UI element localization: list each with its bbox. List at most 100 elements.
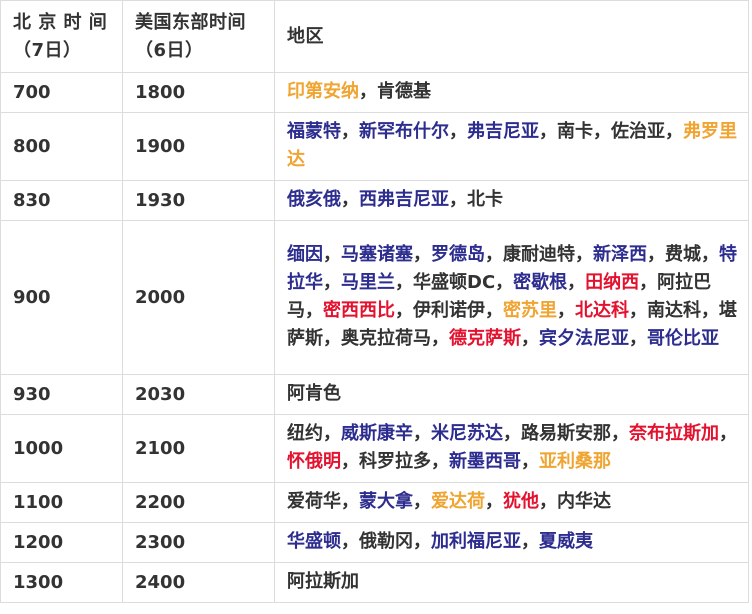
table-row: 900 2000 缅因，马塞诸塞，罗德岛，康耐迪特，新泽西，费城，特拉华，马里兰，华… <box>0 220 749 375</box>
region-name: 爱达荷 <box>431 491 485 512</box>
region-name: 夏威夷 <box>539 531 593 552</box>
region-name: 威斯康辛 <box>341 423 413 444</box>
separator: ， <box>341 121 359 142</box>
separator: ， <box>341 189 359 210</box>
region-name: 伊利诺伊 <box>413 300 485 321</box>
region-header: 地区 <box>274 0 749 73</box>
separator: ， <box>495 272 514 293</box>
beijing-time-cell: 1000 <box>0 414 123 483</box>
region-name: 新罕布什尔 <box>359 121 449 142</box>
table-row: 930 2030 阿肯色 <box>0 374 749 415</box>
region-name: 密西西比 <box>323 300 395 321</box>
table-row: 1100 2200 爱荷华，蒙大拿，爱达荷，犹他，内华达 <box>0 482 749 523</box>
separator: ， <box>341 531 359 552</box>
region-name: 蒙大拿 <box>359 491 413 512</box>
separator: ， <box>593 121 611 142</box>
region-name: 奥克拉荷马 <box>341 328 431 349</box>
region-name: 罗德岛 <box>431 244 485 265</box>
us-eastern-time-cell: 2000 <box>122 220 275 375</box>
separator: ， <box>323 272 341 293</box>
region-cell: 俄亥俄，西弗吉尼亚，北卡 <box>274 180 749 221</box>
table-row: 1300 2400 阿拉斯加 <box>0 562 749 603</box>
region-name: 宾夕法尼亚 <box>539 328 629 349</box>
separator: ， <box>413 531 431 552</box>
table-row: 700 1800 印第安纳，肯德基 <box>0 72 749 113</box>
beijing-time-cell: 1200 <box>0 522 123 563</box>
separator: ， <box>413 491 431 512</box>
region-name: 南达科 <box>647 300 701 321</box>
separator: ， <box>503 423 521 444</box>
region-name: 华盛顿 <box>287 531 341 552</box>
region-name: 肯德基 <box>377 81 431 102</box>
separator: ， <box>639 272 658 293</box>
us-eastern-time-header: 美国东部时间 （6日） <box>122 0 275 73</box>
separator: ， <box>485 491 503 512</box>
separator: ， <box>395 272 413 293</box>
region-name: 加利福尼亚 <box>431 531 521 552</box>
beijing-time-cell: 800 <box>0 112 123 181</box>
table-row: 800 1900 福蒙特，新罕布什尔，弗吉尼亚，南卡，佐治亚，弗罗里达 <box>0 112 749 181</box>
region-name: 缅因 <box>287 244 323 265</box>
separator: ， <box>305 300 323 321</box>
separator: ， <box>521 451 539 472</box>
region-name: 福蒙特 <box>287 121 341 142</box>
separator: ， <box>413 244 431 265</box>
region-name: 纽约 <box>287 423 323 444</box>
region-name: 新泽西 <box>593 244 647 265</box>
region-name: 马塞诸塞 <box>341 244 413 265</box>
region-name: 密歇根 <box>513 272 568 293</box>
timezone-table: 北 京 时 间 （7日） 美国东部时间 （6日） 地区 700 1800 印第安纳，… <box>0 0 749 603</box>
table-row: 1000 2100 纽约，威斯康辛，米尼苏达，路易斯安那，奈布拉斯加，怀俄明，科罗拉… <box>0 414 749 483</box>
region-cell: 福蒙特，新罕布什尔，弗吉尼亚，南卡，佐治亚，弗罗里达 <box>274 112 749 181</box>
region-name: 内华达 <box>557 491 611 512</box>
beijing-time-cell: 930 <box>0 374 123 415</box>
region-name: 华盛顿DC <box>413 272 496 293</box>
separator: ， <box>629 300 647 321</box>
us-eastern-time-header-line2: （6日） <box>135 39 204 61</box>
region-name: 马里兰 <box>341 272 395 293</box>
region-name: 西弗吉尼亚 <box>359 189 449 210</box>
beijing-time-cell: 830 <box>0 180 123 221</box>
region-cell: 华盛顿，俄勒冈，加利福尼亚，夏威夷 <box>274 522 749 563</box>
region-name: 北卡 <box>467 189 503 210</box>
separator: ， <box>611 423 629 444</box>
separator: ， <box>395 300 413 321</box>
region-name: 德克萨斯 <box>449 328 521 349</box>
separator: ， <box>323 244 341 265</box>
region-name: 奈布拉斯加 <box>629 423 719 444</box>
region-name: 阿拉斯加 <box>287 571 359 592</box>
region-name: 路易斯安那 <box>521 423 611 444</box>
beijing-time-cell: 900 <box>0 220 123 375</box>
separator: ， <box>413 423 431 444</box>
separator: ， <box>701 300 719 321</box>
separator: ， <box>449 189 467 210</box>
region-cell: 阿肯色 <box>274 374 749 415</box>
region-cell: 爱荷华，蒙大拿，爱达荷，犹他，内华达 <box>274 482 749 523</box>
region-name: 密苏里 <box>503 300 557 321</box>
separator: ， <box>557 300 575 321</box>
table-row: 830 1930 俄亥俄，西弗吉尼亚，北卡 <box>0 180 749 221</box>
separator: ， <box>665 121 683 142</box>
separator: ， <box>575 244 593 265</box>
beijing-time-cell: 1100 <box>0 482 123 523</box>
region-name: 怀俄明 <box>287 451 341 472</box>
separator: ， <box>539 121 557 142</box>
us-eastern-time-cell: 2200 <box>122 482 275 523</box>
region-name: 弗吉尼亚 <box>467 121 539 142</box>
beijing-time-header-line1: 北 京 时 间 <box>13 11 108 33</box>
separator: ， <box>629 328 647 349</box>
separator: ， <box>539 491 557 512</box>
region-name: 田纳西 <box>585 272 640 293</box>
region-name: 阿肯色 <box>287 383 341 404</box>
us-eastern-time-cell: 2400 <box>122 562 275 603</box>
us-eastern-time-cell: 1900 <box>122 112 275 181</box>
region-cell: 缅因，马塞诸塞，罗德岛，康耐迪特，新泽西，费城，特拉华，马里兰，华盛顿DC，密歇… <box>274 220 749 375</box>
region-name: 俄勒冈 <box>359 531 413 552</box>
region-name: 哥伦比亚 <box>647 328 719 349</box>
region-name: 康耐迪特 <box>503 244 575 265</box>
region-name: 佐治亚 <box>611 121 665 142</box>
us-eastern-time-cell: 2300 <box>122 522 275 563</box>
separator: ， <box>485 300 503 321</box>
region-name: 科罗拉多 <box>359 451 431 472</box>
separator: ， <box>341 451 359 472</box>
